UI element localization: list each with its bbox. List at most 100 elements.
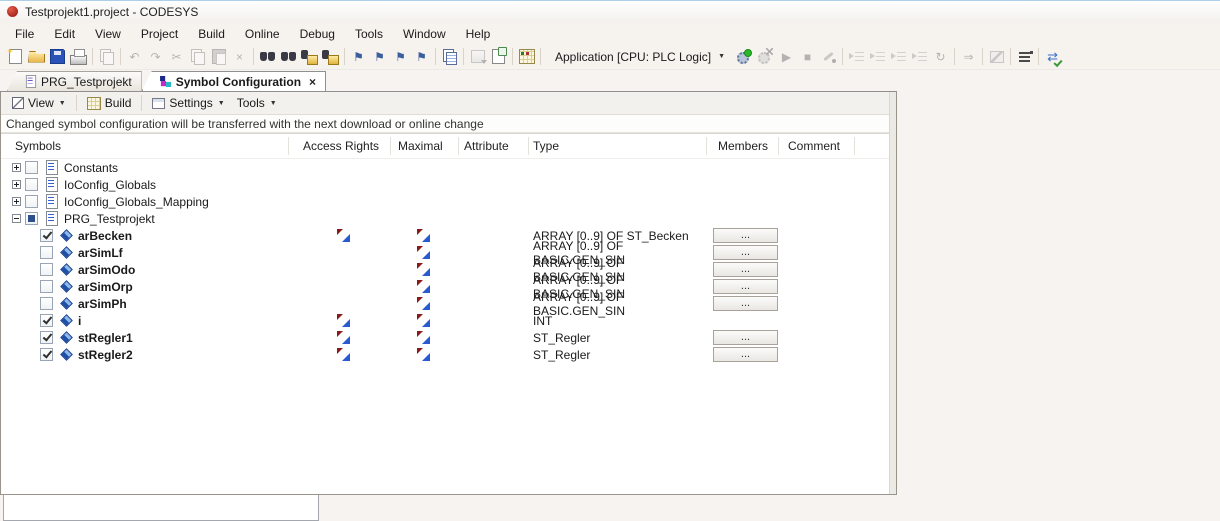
menu-tools[interactable]: Tools <box>345 25 393 43</box>
refresh-icon[interactable]: ⇄ <box>1043 47 1062 66</box>
reset-warm-icon[interactable]: ↻ <box>931 47 950 66</box>
export-icon[interactable] <box>440 47 459 66</box>
checkbox-stregler2[interactable] <box>40 348 53 361</box>
toggle-bookmark-icon[interactable]: ⚑ <box>349 47 368 66</box>
symbol-row-ioconfig-globals[interactable]: IoConfig_Globals <box>1 176 896 193</box>
members-button-arsimorp[interactable]: ... <box>713 279 778 294</box>
editor-toolbar-build[interactable]: Build <box>81 93 138 113</box>
checkbox-ioconfig-globals-mapping[interactable] <box>25 195 38 208</box>
column-header-symbols[interactable]: Symbols <box>1 137 289 155</box>
clear-bookmarks-icon[interactable]: ⚑ <box>412 47 431 66</box>
symbol-row-i[interactable]: iINT <box>1 312 896 329</box>
menu-project[interactable]: Project <box>131 25 188 43</box>
add-device-icon[interactable] <box>468 47 487 66</box>
symbol-row-stregler2[interactable]: stRegler2ST_Regler... <box>1 346 896 363</box>
checkbox-stregler1[interactable] <box>40 331 53 344</box>
symbol-row-arsimlf[interactable]: arSimLfARRAY [0..9] OF BASIC.GEN_SIN... <box>1 244 896 261</box>
print-icon[interactable] <box>69 47 88 66</box>
menu-window[interactable]: Window <box>393 25 456 43</box>
expander-ioconfig-globals-mapping[interactable] <box>12 197 21 206</box>
set-next-statement-icon[interactable]: ⇒ <box>959 47 978 66</box>
menu-file[interactable]: File <box>5 25 44 43</box>
checkbox-arsimorp[interactable] <box>40 280 53 293</box>
login-icon[interactable] <box>735 47 754 66</box>
replace-in-project-icon[interactable] <box>321 47 340 66</box>
column-header-maximal[interactable]: Maximal <box>391 137 459 155</box>
expander-constants[interactable] <box>12 163 21 172</box>
editor-toolbar-tools[interactable]: Tools▼ <box>231 93 283 113</box>
menu-help[interactable]: Help <box>456 25 501 43</box>
tab-symbol-configuration[interactable]: Symbol Configuration× <box>142 71 326 91</box>
checkbox-arsimph[interactable] <box>40 297 53 310</box>
display-mode-icon[interactable] <box>1015 47 1034 66</box>
members-button-arsimph[interactable]: ... <box>713 296 778 311</box>
column-header-access-rights[interactable]: Access Rights <box>289 137 391 155</box>
members-button-arbecken[interactable]: ... <box>713 228 778 243</box>
open-project-icon[interactable] <box>27 47 46 66</box>
next-bookmark-icon[interactable]: ⚑ <box>391 47 410 66</box>
editor-toolbar-view[interactable]: View▼ <box>6 93 72 113</box>
menu-online[interactable]: Online <box>235 25 290 43</box>
variable-icon <box>60 280 73 293</box>
members-button-stregler2[interactable]: ... <box>713 347 778 362</box>
copy-objects-icon[interactable] <box>97 47 116 66</box>
symbol-row-arsimph[interactable]: arSimPhARRAY [0..9] OF BASIC.GEN_SIN... <box>1 295 896 312</box>
save-project-icon[interactable] <box>48 47 67 66</box>
column-header-type[interactable]: Type <box>529 137 707 155</box>
find-icon[interactable] <box>258 47 277 66</box>
step-out-icon[interactable] <box>889 47 908 66</box>
column-header-comment[interactable]: Comment <box>779 137 855 155</box>
checkbox-prg-testprojekt[interactable] <box>25 212 38 225</box>
single-cycle-icon[interactable] <box>819 47 838 66</box>
replace-icon[interactable] <box>279 47 298 66</box>
menu-view[interactable]: View <box>85 25 131 43</box>
symbol-row-prg-testprojekt[interactable]: PRG_Testprojekt <box>1 210 896 227</box>
paste-icon[interactable] <box>209 47 228 66</box>
step-over-icon[interactable] <box>847 47 866 66</box>
undo-icon[interactable]: ↶ <box>125 47 144 66</box>
step-into-icon[interactable] <box>868 47 887 66</box>
start-icon[interactable]: ▶ <box>777 47 796 66</box>
codesys-window: Testprojekt1.project - CODESYS FileEditV… <box>0 0 1220 521</box>
symbol-row-arsimorp[interactable]: arSimOrpARRAY [0..9] OF BASIC.GEN_SIN... <box>1 278 896 295</box>
symbol-row-constants[interactable]: Constants <box>1 159 896 176</box>
add-object-icon[interactable] <box>489 47 508 66</box>
copy-icon[interactable] <box>188 47 207 66</box>
menu-build[interactable]: Build <box>188 25 235 43</box>
members-button-arsimodo[interactable]: ... <box>713 262 778 277</box>
expander-prg-testprojekt[interactable] <box>12 214 21 223</box>
column-header-attribute[interactable]: Attribute <box>459 137 529 155</box>
editor-toolbar-settings[interactable]: Settings▼ <box>146 93 230 113</box>
checkbox-arsimlf[interactable] <box>40 246 53 259</box>
redo-icon[interactable]: ↷ <box>146 47 165 66</box>
previous-bookmark-icon[interactable]: ⚑ <box>370 47 389 66</box>
menu-edit[interactable]: Edit <box>44 25 85 43</box>
stop-icon[interactable]: ■ <box>798 47 817 66</box>
menu-debug[interactable]: Debug <box>290 25 345 43</box>
members-button-arsimlf[interactable]: ... <box>713 245 778 260</box>
cut-icon[interactable]: ✂ <box>167 47 186 66</box>
find-in-project-icon[interactable] <box>300 47 319 66</box>
checkbox-arsimodo[interactable] <box>40 263 53 276</box>
symbol-row-stregler1[interactable]: stRegler1ST_Regler... <box>1 329 896 346</box>
symbol-row-arsimodo[interactable]: arSimOdoARRAY [0..9] OF BASIC.GEN_SIN... <box>1 261 896 278</box>
symbol-row-arbecken[interactable]: arBeckenARRAY [0..9] OF ST_Becken... <box>1 227 896 244</box>
group-document-icon <box>44 177 60 192</box>
members-button-stregler1[interactable]: ... <box>713 330 778 345</box>
column-header-members[interactable]: Members <box>707 137 779 155</box>
application-selector[interactable]: Application [CPU: PLC Logic]▼ <box>547 47 731 67</box>
checkbox-constants[interactable] <box>25 161 38 174</box>
new-project-icon[interactable] <box>6 47 25 66</box>
flow-control-icon[interactable] <box>987 47 1006 66</box>
symbol-row-ioconfig-globals-mapping[interactable]: IoConfig_Globals_Mapping <box>1 193 896 210</box>
tab-close-icon[interactable]: × <box>309 76 316 88</box>
expander-ioconfig-globals[interactable] <box>12 180 21 189</box>
logout-icon[interactable] <box>756 47 775 66</box>
delete-icon[interactable]: × <box>230 47 249 66</box>
checkbox-ioconfig-globals[interactable] <box>25 178 38 191</box>
tab-prg-testprojekt[interactable]: PRG_Testprojekt <box>7 71 142 91</box>
run-to-cursor-icon[interactable] <box>910 47 929 66</box>
checkbox-i[interactable] <box>40 314 53 327</box>
build-icon[interactable] <box>517 47 536 66</box>
checkbox-arbecken[interactable] <box>40 229 53 242</box>
